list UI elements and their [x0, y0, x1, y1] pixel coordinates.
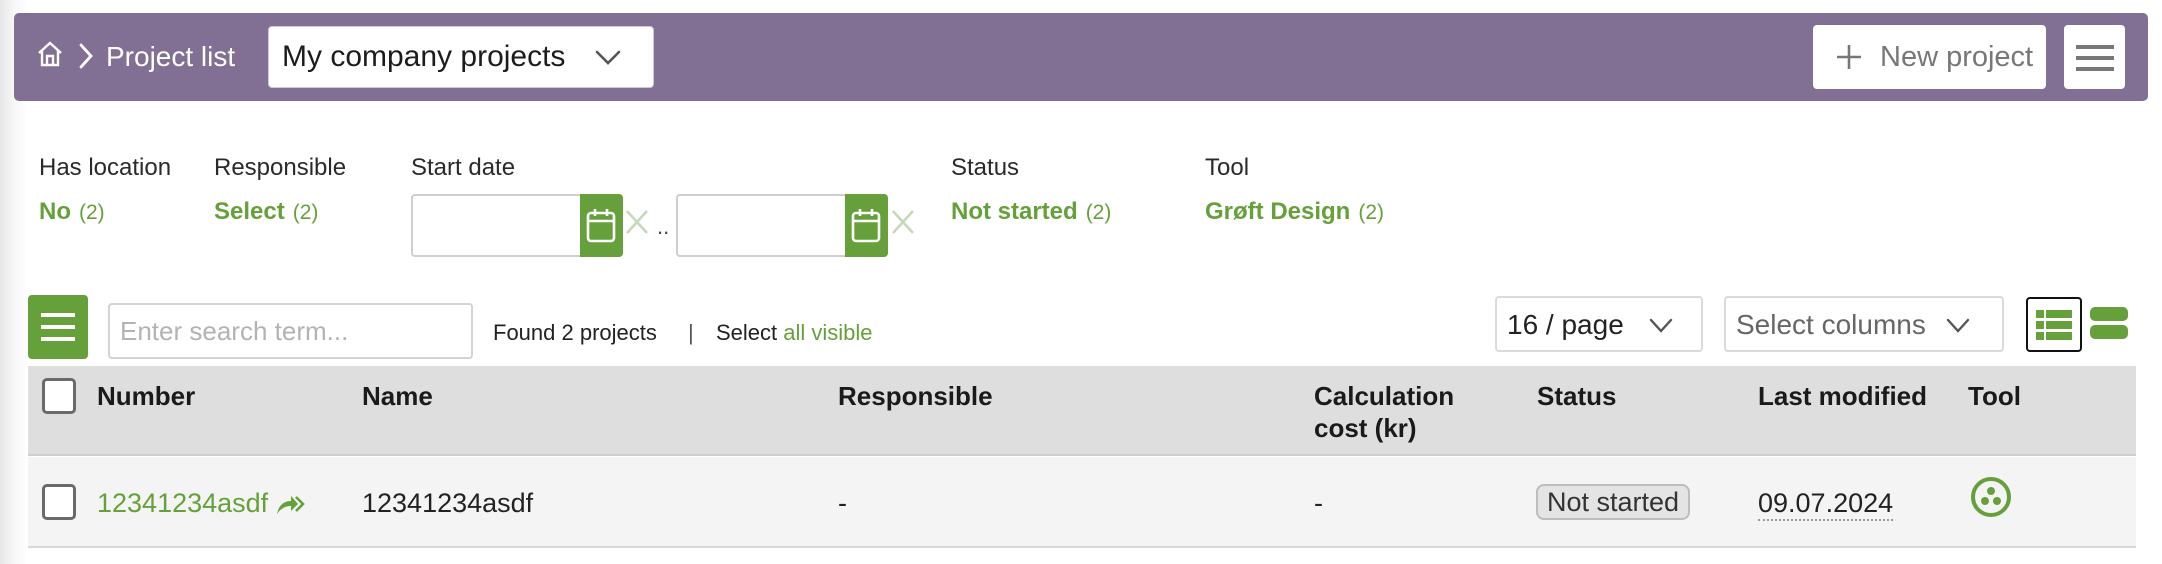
column-header-responsible[interactable]: Responsible [838, 380, 993, 412]
filter-tool-selected: Grøft Design [1205, 198, 1351, 225]
filter-responsible-selected: Select [214, 198, 285, 225]
start-date-from-calendar-button[interactable] [580, 194, 623, 257]
select-all-checkbox[interactable] [42, 378, 76, 414]
chevron-down-icon [595, 50, 621, 65]
column-header-calc-line2: cost (kr) [1314, 413, 1417, 443]
chevron-right-icon [79, 43, 93, 69]
column-header-tool[interactable]: Tool [1968, 380, 2021, 412]
select-prefix: Select [716, 320, 778, 345]
chevron-down-icon [1649, 318, 1673, 333]
plus-icon [1837, 45, 1861, 69]
column-header-calc-line1: Calculation [1314, 381, 1455, 411]
project-number-cell: 12341234asdf [97, 487, 306, 519]
page-size-value: 16 / page [1507, 309, 1624, 340]
breadcrumb-current: Project list [106, 41, 236, 72]
filter-responsible-label: Responsible [214, 154, 347, 181]
row-checkbox[interactable] [42, 484, 76, 520]
responsible-cell: - [838, 488, 847, 518]
select-columns-placeholder: Select columns [1736, 309, 1926, 340]
hamburger-icon [2076, 45, 2114, 71]
filter-responsible-value[interactable]: Select (2) [214, 198, 318, 227]
list-actions-menu-button[interactable] [28, 295, 88, 359]
filter-has-location-value[interactable]: No (2) [39, 198, 105, 227]
open-project-arrow-icon[interactable] [276, 494, 306, 516]
results-count: Found 2 projects [493, 320, 657, 345]
new-project-label: New project [1880, 41, 2034, 73]
last-modified-cell: 09.07.2024 [1758, 487, 1894, 521]
filter-status-value[interactable]: Not started (2) [951, 198, 1111, 227]
filter-count: (2) [292, 201, 319, 224]
list-view-toggle[interactable] [2026, 297, 2082, 352]
main-menu-button[interactable] [2064, 25, 2125, 89]
column-header-last-modified[interactable]: Last modified [1758, 380, 1927, 412]
filter-count: (2) [1085, 201, 1112, 224]
filter-has-location-selected: No [39, 198, 71, 225]
filter-status-selected: Not started [951, 198, 1078, 225]
hamburger-icon [41, 313, 75, 341]
select-all-visible: Select all visible [716, 320, 873, 346]
home-icon[interactable] [36, 40, 64, 68]
groft-design-icon [1971, 477, 2011, 517]
list-view-icon [2036, 310, 2072, 340]
search-input[interactable] [108, 303, 473, 359]
clear-to-date-icon[interactable] [890, 208, 916, 236]
filter-has-location-label: Has location [39, 154, 172, 181]
filter-status-label: Status [951, 154, 1020, 181]
column-header-name[interactable]: Name [362, 380, 433, 412]
calendar-icon [586, 209, 616, 243]
card-view-toggle[interactable] [2090, 307, 2128, 339]
calendar-icon [851, 209, 881, 243]
start-date-from-input[interactable] [411, 194, 581, 257]
status-badge: Not started [1536, 484, 1691, 520]
table-header: Number Name Responsible Calculation cost … [28, 366, 2136, 456]
select-all-visible-link[interactable]: all visible [783, 320, 872, 345]
column-header-number[interactable]: Number [97, 380, 195, 412]
filter-count: (2) [1358, 201, 1385, 224]
project-name-cell: 12341234asdf [362, 488, 534, 518]
column-header-status[interactable]: Status [1537, 380, 1616, 412]
calculation-cost-cell: - [1314, 488, 1323, 518]
date-range-separator: .. [657, 214, 670, 239]
new-project-button[interactable]: New project [1813, 25, 2046, 89]
project-scope-select[interactable]: My company projects [268, 26, 654, 88]
filter-tool-label: Tool [1205, 154, 1250, 181]
column-header-calculation-cost[interactable]: Calculation cost (kr) [1314, 380, 1454, 444]
chevron-down-icon [1946, 318, 1970, 333]
toolbar-separator: | [688, 320, 694, 345]
project-number-link[interactable]: 12341234asdf [97, 488, 268, 518]
page-size-select[interactable]: 16 / page [1495, 296, 1703, 352]
start-date-to-input[interactable] [676, 194, 846, 257]
table-row[interactable]: 12341234asdf 12341234asdf - - Not starte… [28, 457, 2136, 548]
start-date-to-calendar-button[interactable] [845, 194, 888, 257]
select-columns-dropdown[interactable]: Select columns [1724, 296, 2004, 352]
filter-tool-value[interactable]: Grøft Design (2) [1205, 198, 1384, 227]
clear-from-date-icon[interactable] [624, 208, 650, 236]
filter-start-date-label: Start date [411, 154, 516, 181]
project-scope-value: My company projects [282, 40, 566, 73]
filter-count: (2) [79, 201, 105, 224]
